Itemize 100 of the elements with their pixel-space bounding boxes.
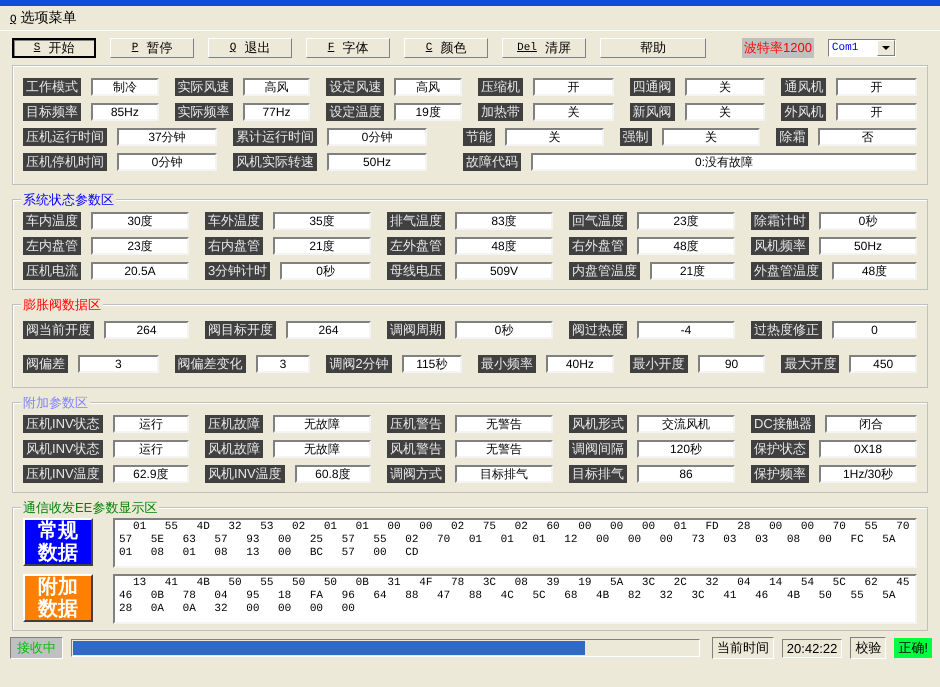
toolbar-button[interactable]: F 字体	[306, 38, 390, 58]
value-field: 无故障	[273, 440, 371, 458]
value-field: 0	[832, 321, 917, 339]
field-label: 设定风速	[326, 78, 384, 96]
value-field: 0秒	[280, 262, 371, 280]
value-field: 关	[684, 78, 766, 96]
value-field: 运行	[112, 414, 189, 432]
field-label: 除霜	[776, 128, 808, 146]
field-label: 新风阀	[630, 102, 675, 120]
check-label: 校验	[850, 637, 886, 659]
field-label: 阀当前开度	[23, 321, 94, 339]
toolbar-button[interactable]: Del 清屏	[502, 38, 586, 58]
field-label: 最小频率	[478, 355, 536, 373]
field-label: 阀过热度	[569, 321, 627, 339]
field-label: 压机停机时间	[23, 152, 107, 170]
value-field: 无警告	[455, 414, 553, 432]
field-label: 保护状态	[751, 440, 809, 458]
field-label: 过热度修正	[751, 321, 822, 339]
value-field: 0秒	[819, 212, 917, 230]
value-field: 48度	[637, 236, 735, 254]
options-menu[interactable]: Q 选项菜单	[6, 9, 80, 27]
field-label: 设定温度	[326, 102, 384, 120]
value-field: 无警告	[455, 440, 553, 458]
field-label: 风机INV状态	[23, 440, 103, 458]
value-field: 50Hz	[327, 152, 427, 170]
toolbar-button[interactable]: Q 退出	[208, 38, 292, 58]
field-label: 压机INV状态	[23, 414, 103, 432]
field-label: 风机INV温度	[205, 464, 285, 482]
field-label: 强制	[620, 128, 652, 146]
time-label: 当前时间	[712, 637, 774, 659]
value-field: 23度	[637, 212, 735, 230]
value-field: 交流风机	[637, 414, 735, 432]
value-field: 23度	[91, 236, 189, 254]
value-field: 否	[818, 128, 918, 146]
dropdown-arrow-icon	[882, 46, 890, 50]
group-title: 膨胀阀数据区	[21, 296, 103, 314]
receive-status: 接收中	[10, 637, 63, 659]
value-field: 60.8度	[294, 464, 371, 482]
field-label: 调阀间隔	[569, 440, 627, 458]
value-field: 闭合	[824, 414, 917, 432]
field-label: 外盘管温度	[751, 262, 822, 280]
field-label: 故障代码	[463, 152, 521, 170]
toolbar-button[interactable]: 帮助	[600, 38, 706, 58]
field-label: 风机形式	[569, 414, 627, 432]
toolbar-button[interactable]: S 开始	[12, 38, 96, 58]
value-field: 关	[505, 128, 604, 146]
field-label: 四通阀	[630, 78, 675, 96]
field-label: 实际风速	[174, 78, 233, 96]
value-field: 高风	[394, 78, 462, 96]
field-label: 内盘管温度	[569, 262, 640, 280]
field-label: 节能	[463, 128, 495, 146]
port-select[interactable]: Com1	[828, 39, 896, 57]
value-field: 关	[533, 102, 614, 120]
group-title: 通信收发EE参数显示区	[21, 499, 160, 517]
field-label: 加热带	[478, 102, 524, 120]
value-field: 86	[637, 464, 735, 482]
value-field: 19度	[394, 102, 462, 120]
field-label: 调阀周期	[387, 321, 445, 339]
toolbar-button[interactable]: P 暂停	[110, 38, 194, 58]
value-field: 30度	[91, 212, 189, 230]
value-field: 3	[256, 355, 310, 373]
field-label: 调阀2分钟	[326, 355, 392, 373]
value-field: 0分钟	[327, 128, 427, 146]
value-field: 35度	[273, 212, 371, 230]
value-field: 1Hz/30秒	[819, 464, 917, 482]
field-label: 保护频率	[751, 464, 809, 482]
field-label: 累计运行时间	[233, 128, 317, 146]
value-field: -4	[637, 321, 735, 339]
data-type-button[interactable]: 常规数据	[23, 518, 93, 566]
field-label: 压机电流	[23, 262, 81, 280]
field-label: 目标排气	[569, 464, 627, 482]
value-field: 目标排气	[455, 464, 553, 482]
check-result: 正确!	[894, 638, 932, 658]
toolbar-button[interactable]: C 颜色	[404, 38, 488, 58]
data-text-area: 13 41 4B 50 55 50 50 0B 31 4F 78 3C 08 39 19 5A 3C 2C 32 04 14 54 5C 62 45 46 0B 78 04 95 18 FA 96 64 88 47 88 4C 5C 68 4B 82 32 3C 41 46 4B 50 55 5A 28 0A 0A 32 00 00 00 00	[113, 574, 917, 624]
value-field: 48度	[455, 236, 553, 254]
field-label: 风机频率	[751, 236, 809, 254]
value-field: 0X18	[819, 440, 917, 458]
field-label: 风机警告	[387, 440, 445, 458]
value-field: 21度	[273, 236, 371, 254]
field-label: 调阀方式	[387, 464, 445, 482]
value-field: 85Hz	[91, 102, 159, 120]
value-field: 运行	[112, 440, 189, 458]
value-field: 83度	[455, 212, 553, 230]
field-label: 左内盘管	[23, 236, 81, 254]
field-label: 压机故障	[205, 414, 263, 432]
field-label: 车外温度	[205, 212, 263, 230]
field-label: 外风机	[781, 102, 826, 120]
value-field: 开	[836, 78, 918, 96]
value-field: 关	[684, 102, 766, 120]
value-field: 3	[78, 355, 159, 373]
field-label: 阀偏差	[23, 355, 68, 373]
group-title: 附加参数区	[21, 394, 90, 412]
field-label: 通风机	[781, 78, 826, 96]
value-field: 21度	[650, 262, 735, 280]
field-label: 目标频率	[23, 102, 81, 120]
field-label: 压机警告	[387, 414, 445, 432]
time-value: 20:42:22	[782, 638, 842, 658]
field-label: 3分钟计时	[205, 262, 270, 280]
value-field: 115秒	[402, 355, 462, 373]
